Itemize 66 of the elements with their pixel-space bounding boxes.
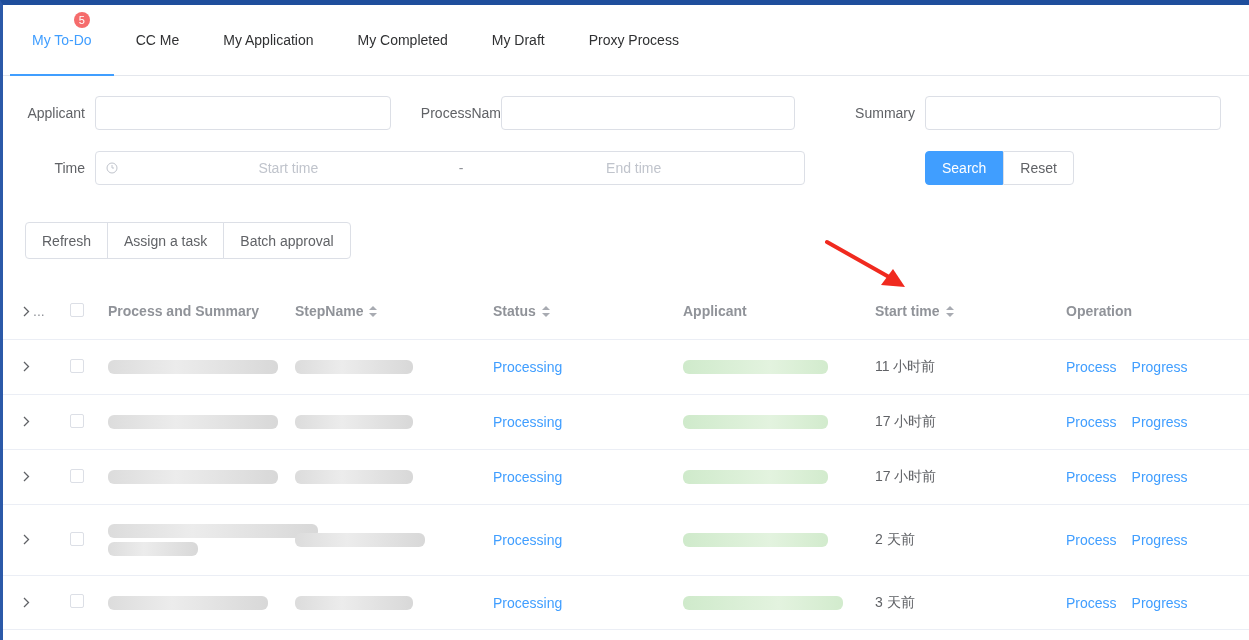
chevron-right-icon[interactable]	[23, 416, 30, 427]
date-range-field[interactable]: Start time - End time	[95, 151, 805, 185]
column-header: Applicant	[683, 303, 747, 319]
tab[interactable]: My Application	[201, 5, 336, 76]
action-link[interactable]: Process	[1066, 532, 1117, 548]
status-link[interactable]: Processing	[493, 469, 683, 485]
range-separator: -	[458, 160, 464, 176]
applicant-field[interactable]	[95, 96, 391, 130]
start-time-input[interactable]: Start time	[118, 159, 459, 177]
field-label: Time	[53, 160, 86, 176]
status-link[interactable]: Processing	[493, 594, 683, 611]
checkbox[interactable]	[70, 468, 84, 483]
chevron-right-icon[interactable]	[23, 471, 30, 482]
toolbar-button[interactable]: Batch approval	[223, 222, 351, 259]
action-link[interactable]: Progress	[1131, 359, 1188, 375]
start-time: 11 小时前	[875, 358, 937, 376]
count-badge: 5	[73, 12, 90, 28]
tab[interactable]: CC Me	[113, 5, 202, 76]
chevron-right-icon[interactable]	[23, 361, 30, 372]
start-time: 17 小时前	[875, 413, 938, 431]
column-header: Process and Summary	[108, 303, 259, 319]
action-link[interactable]: Process	[1066, 359, 1117, 375]
expand-header: ...	[33, 303, 45, 319]
tab[interactable]: Proxy Process	[566, 5, 701, 76]
toolbar-button[interactable]: Refresh	[25, 222, 109, 259]
field-label: Applicant	[26, 105, 86, 121]
search-button[interactable]: Search	[925, 151, 1004, 185]
summary-field[interactable]	[925, 96, 1221, 130]
chevron-right-icon[interactable]	[23, 305, 30, 317]
tab[interactable]: My Draft	[469, 5, 567, 76]
toolbar-button[interactable]: Assign a task	[107, 222, 225, 259]
field-label: ProcessNam	[419, 105, 502, 121]
chevron-right-icon[interactable]	[23, 534, 30, 545]
action-link[interactable]: Progress	[1131, 532, 1188, 548]
checkbox[interactable]	[70, 594, 84, 608]
action-link[interactable]: Process	[1066, 469, 1117, 485]
column-header: Start time	[875, 303, 940, 319]
end-time-input[interactable]: End time	[463, 159, 804, 177]
tab[interactable]: My To-Do 5	[10, 5, 114, 76]
sort-icon[interactable]	[369, 305, 378, 317]
action-link[interactable]: Progress	[1131, 469, 1188, 485]
tab[interactable]: My Completed	[335, 5, 470, 76]
sort-icon[interactable]	[945, 305, 954, 317]
action-link[interactable]: Process	[1066, 594, 1117, 611]
start-time: 17 小时前	[875, 468, 938, 486]
reset-button[interactable]: Reset	[1003, 151, 1074, 185]
action-link[interactable]: Progress	[1131, 414, 1188, 430]
checkbox[interactable]	[70, 531, 84, 546]
clock-icon	[106, 162, 118, 174]
checkbox[interactable]	[70, 413, 84, 428]
column-header: Operation	[1066, 303, 1133, 319]
column-header: StepName	[295, 303, 364, 319]
start-time: 2 天前	[875, 531, 916, 549]
field-label: Summary	[854, 105, 916, 121]
start-time: 3 天前	[875, 593, 916, 612]
status-link[interactable]: Processing	[493, 532, 683, 548]
chevron-right-icon[interactable]	[23, 596, 30, 608]
status-link[interactable]: Processing	[493, 359, 683, 375]
sort-icon[interactable]	[541, 305, 550, 317]
process-name-field[interactable]	[501, 96, 795, 130]
checkbox[interactable]	[70, 302, 84, 317]
checkbox[interactable]	[70, 358, 84, 373]
action-link[interactable]: Progress	[1131, 594, 1188, 611]
status-link[interactable]: Processing	[493, 414, 683, 430]
column-header: Status	[493, 303, 536, 319]
action-link[interactable]: Process	[1066, 414, 1117, 430]
